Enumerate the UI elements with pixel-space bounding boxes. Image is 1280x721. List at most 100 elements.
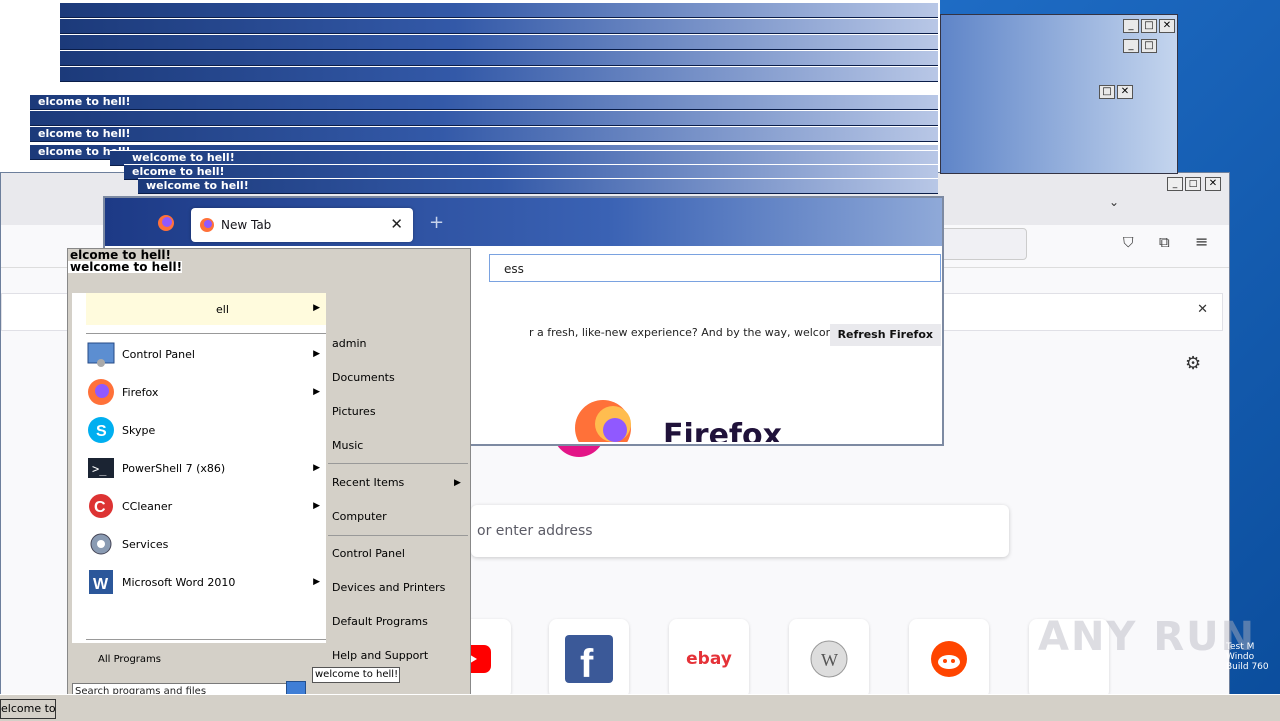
programs-list: ell ▶ Control Panel ▶ Firefox ▶ S Skype … <box>72 293 326 643</box>
ebay-tile[interactable]: ebay <box>669 619 749 699</box>
program-skype[interactable]: S Skype <box>86 413 326 447</box>
svg-text:W: W <box>93 576 109 593</box>
glitch-title: elcome to hell! <box>38 127 131 140</box>
svg-text:S: S <box>96 423 107 440</box>
minimize-button[interactable]: _ <box>1167 177 1183 191</box>
separator <box>328 463 468 464</box>
glitch-window-stack: _ □ ✕ _ □ □ ✕ <box>940 14 1178 174</box>
svg-text:>_: >_ <box>92 462 107 476</box>
minimize-button[interactable]: _ <box>1123 39 1139 53</box>
chevron-right-icon: ▶ <box>454 478 461 488</box>
maximize-button[interactable]: □ <box>1141 39 1157 53</box>
chevron-right-icon: ▶ <box>313 387 320 397</box>
anyrun-watermark: ANY RUN <box>1038 614 1257 660</box>
tab-new-tab[interactable]: New Tab ✕ <box>191 208 413 242</box>
place-admin[interactable]: admin <box>332 337 366 350</box>
chevron-right-icon: ▶ <box>313 501 320 511</box>
address-bar[interactable]: ess <box>489 254 941 282</box>
separator <box>328 535 468 536</box>
separator <box>86 333 326 334</box>
chevron-right-icon: ▶ <box>313 303 320 313</box>
firefox-icon <box>199 217 215 233</box>
notice-text: r a fresh, like-new experience? And by t… <box>529 326 878 339</box>
close-button[interactable]: ✕ <box>1117 85 1133 99</box>
pocket-icon[interactable]: ⛉ <box>1123 235 1134 251</box>
place-documents[interactable]: Documents <box>332 371 395 384</box>
new-tab-button[interactable]: + <box>429 212 444 233</box>
program-ccleaner[interactable]: C CCleaner ▶ <box>86 489 326 523</box>
place-pictures[interactable]: Pictures <box>332 405 376 418</box>
chevron-right-icon: ▶ <box>313 577 320 587</box>
place-help-support[interactable]: Help and Support <box>332 649 428 662</box>
taskbar: elcome to <box>0 694 1280 721</box>
svg-text:f: f <box>580 642 594 683</box>
facebook-tile[interactable]: f <box>549 619 629 699</box>
refresh-notice: r a fresh, like-new experience? And by t… <box>489 318 941 354</box>
maximize-button[interactable]: □ <box>1099 85 1115 99</box>
tab-bar: New Tab ✕ + <box>105 198 942 246</box>
address-text: ess <box>504 262 524 276</box>
program-firefox[interactable]: Firefox ▶ <box>86 375 326 409</box>
glitch-bar <box>60 2 938 18</box>
ccleaner-icon: C <box>86 491 116 521</box>
glitch-bar <box>60 66 938 82</box>
program-label: Control Panel <box>122 347 195 361</box>
gear-icon[interactable]: ⚙ <box>1185 353 1201 374</box>
reddit-tile[interactable] <box>909 619 989 699</box>
glitch-title: elcome to hell! <box>132 165 225 178</box>
program-label: Skype <box>122 423 156 437</box>
firefox-icon <box>86 377 116 407</box>
maximize-button[interactable]: □ <box>1185 177 1201 191</box>
program-label: PowerShell 7 (x86) <box>122 461 226 475</box>
powershell-icon: >_ <box>86 453 116 483</box>
tab-label: New Tab <box>221 218 272 232</box>
program-control-panel[interactable]: Control Panel ▶ <box>86 337 326 371</box>
glitch-bar <box>60 34 938 50</box>
desktop-build-text: Test M Windo Build 760 <box>1226 642 1269 672</box>
glitch-title: elcome to hell! <box>38 95 131 108</box>
close-icon[interactable]: ✕ <box>1197 302 1208 317</box>
extensions-icon[interactable]: ⧉ <box>1159 233 1170 251</box>
firefox-icon[interactable] <box>157 214 175 232</box>
program-word[interactable]: W Microsoft Word 2010 ▶ <box>86 565 326 599</box>
close-button[interactable]: ✕ <box>1159 19 1175 33</box>
services-gear-icon <box>86 529 116 559</box>
glitch-bar <box>30 110 938 126</box>
firefox-wordmark: Firefox <box>663 418 782 442</box>
close-button[interactable]: ✕ <box>1205 177 1221 191</box>
start-menu-header: elcome to hell! welcome to hell! <box>68 249 470 275</box>
glitch-bar <box>60 50 938 66</box>
program-label: Microsoft Word 2010 <box>122 575 236 589</box>
svg-text:W: W <box>821 650 838 670</box>
place-music[interactable]: Music <box>332 439 363 452</box>
maximize-button[interactable]: □ <box>1141 19 1157 33</box>
svg-text:C: C <box>94 499 106 516</box>
program-label: Services <box>122 537 169 551</box>
header-line-2: welcome to hell! <box>68 260 183 274</box>
all-programs-link[interactable]: All Programs <box>98 654 161 665</box>
place-recent-items[interactable]: Recent Items <box>332 476 404 489</box>
skype-icon: S <box>86 415 116 445</box>
shutdown-button[interactable]: welcome to hell! <box>312 667 400 683</box>
place-devices-printers[interactable]: Devices and Printers <box>332 581 445 594</box>
program-services[interactable]: Services <box>86 527 326 561</box>
place-computer[interactable]: Computer <box>332 510 387 523</box>
menu-icon[interactable]: ≡ <box>1195 232 1208 251</box>
word-icon: W <box>86 567 116 597</box>
program-label: Firefox <box>122 385 159 399</box>
glitch-title: welcome to hell! <box>132 151 235 164</box>
highlighted-program[interactable]: ell ▶ <box>86 293 326 325</box>
search-input[interactable]: or enter address <box>471 505 1009 557</box>
place-default-programs[interactable]: Default Programs <box>332 615 428 628</box>
close-icon[interactable]: ✕ <box>390 215 403 233</box>
program-powershell[interactable]: >_ PowerShell 7 (x86) ▶ <box>86 451 326 485</box>
place-control-panel[interactable]: Control Panel <box>332 547 405 560</box>
taskbar-button[interactable]: elcome to <box>0 699 56 719</box>
program-label: CCleaner <box>122 499 173 513</box>
minimize-button[interactable]: _ <box>1123 19 1139 33</box>
glitch-bar: elcome to hell! <box>30 94 938 110</box>
start-menu: elcome to hell! welcome to hell! ell ▶ C… <box>67 248 471 708</box>
chevron-down-icon[interactable]: ⌄ <box>1109 195 1119 209</box>
refresh-firefox-button[interactable]: Refresh Firefox <box>829 324 941 346</box>
wikipedia-tile[interactable]: W <box>789 619 869 699</box>
